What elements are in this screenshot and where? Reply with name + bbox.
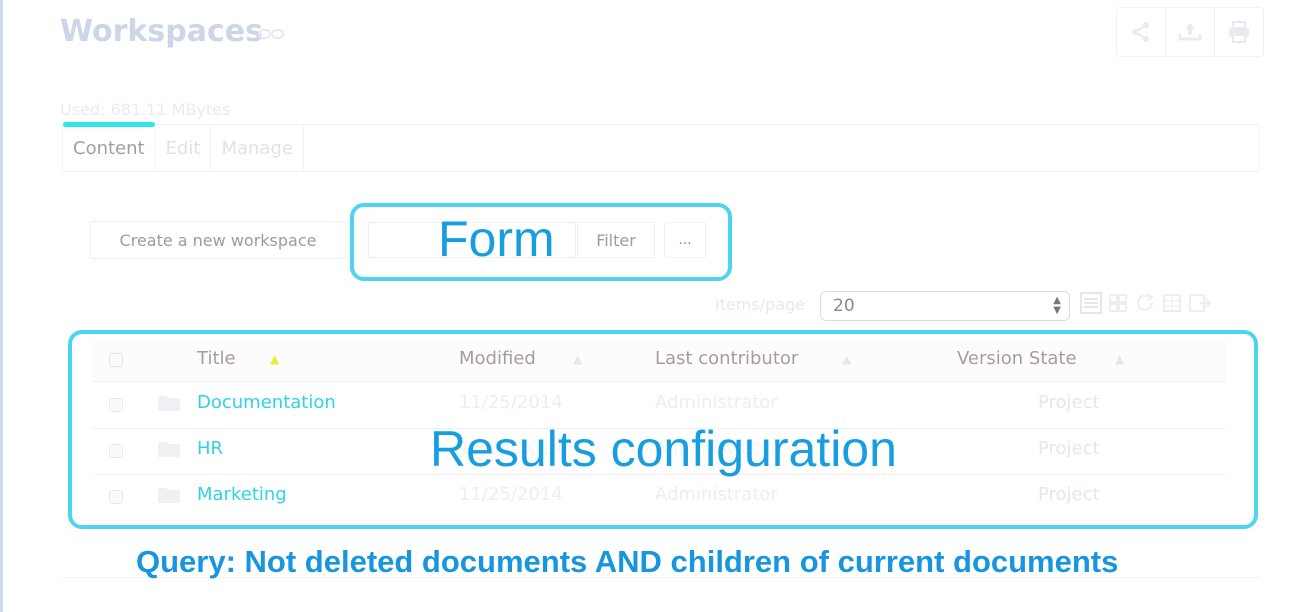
- select-arrows-icon: ▲ ▼: [1053, 295, 1061, 316]
- upload-icon: [1178, 23, 1202, 41]
- upload-button[interactable]: [1166, 8, 1215, 56]
- page-title: Workspaces: [60, 14, 263, 49]
- view-options: [1080, 292, 1212, 314]
- tab-content[interactable]: Content: [63, 122, 156, 171]
- page-actions: [1116, 7, 1264, 57]
- form-annotation-label: Form: [438, 211, 555, 267]
- tab-bar: Content Edit Manage: [62, 122, 1260, 172]
- share-icon: [1132, 22, 1149, 42]
- left-border: [0, 0, 3, 612]
- query-annotation: Query: Not deleted documents AND childre…: [136, 544, 1119, 579]
- items-per-page-value: 20: [833, 296, 855, 316]
- link-icon[interactable]: [258, 28, 284, 40]
- tab-edit[interactable]: Edit: [156, 125, 212, 171]
- print-button[interactable]: [1215, 8, 1263, 56]
- results-annotation-label: Results configuration: [430, 421, 897, 477]
- items-per-page-select[interactable]: 20 ▲ ▼: [820, 291, 1070, 321]
- add-to-worklist-icon[interactable]: [1188, 292, 1212, 314]
- create-workspace-button[interactable]: Create a new workspace: [90, 221, 346, 259]
- refresh-icon[interactable]: [1134, 292, 1156, 314]
- grid-view-icon[interactable]: [1108, 292, 1128, 314]
- items-per-page-label: Items/page: [715, 295, 806, 314]
- share-button[interactable]: [1117, 8, 1166, 56]
- list-view-icon[interactable]: [1080, 292, 1102, 314]
- tab-manage[interactable]: Manage: [211, 125, 304, 171]
- spreadsheet-icon[interactable]: [1162, 292, 1182, 314]
- print-icon: [1229, 21, 1249, 43]
- storage-used: Used: 681.11 MBytes: [60, 100, 231, 119]
